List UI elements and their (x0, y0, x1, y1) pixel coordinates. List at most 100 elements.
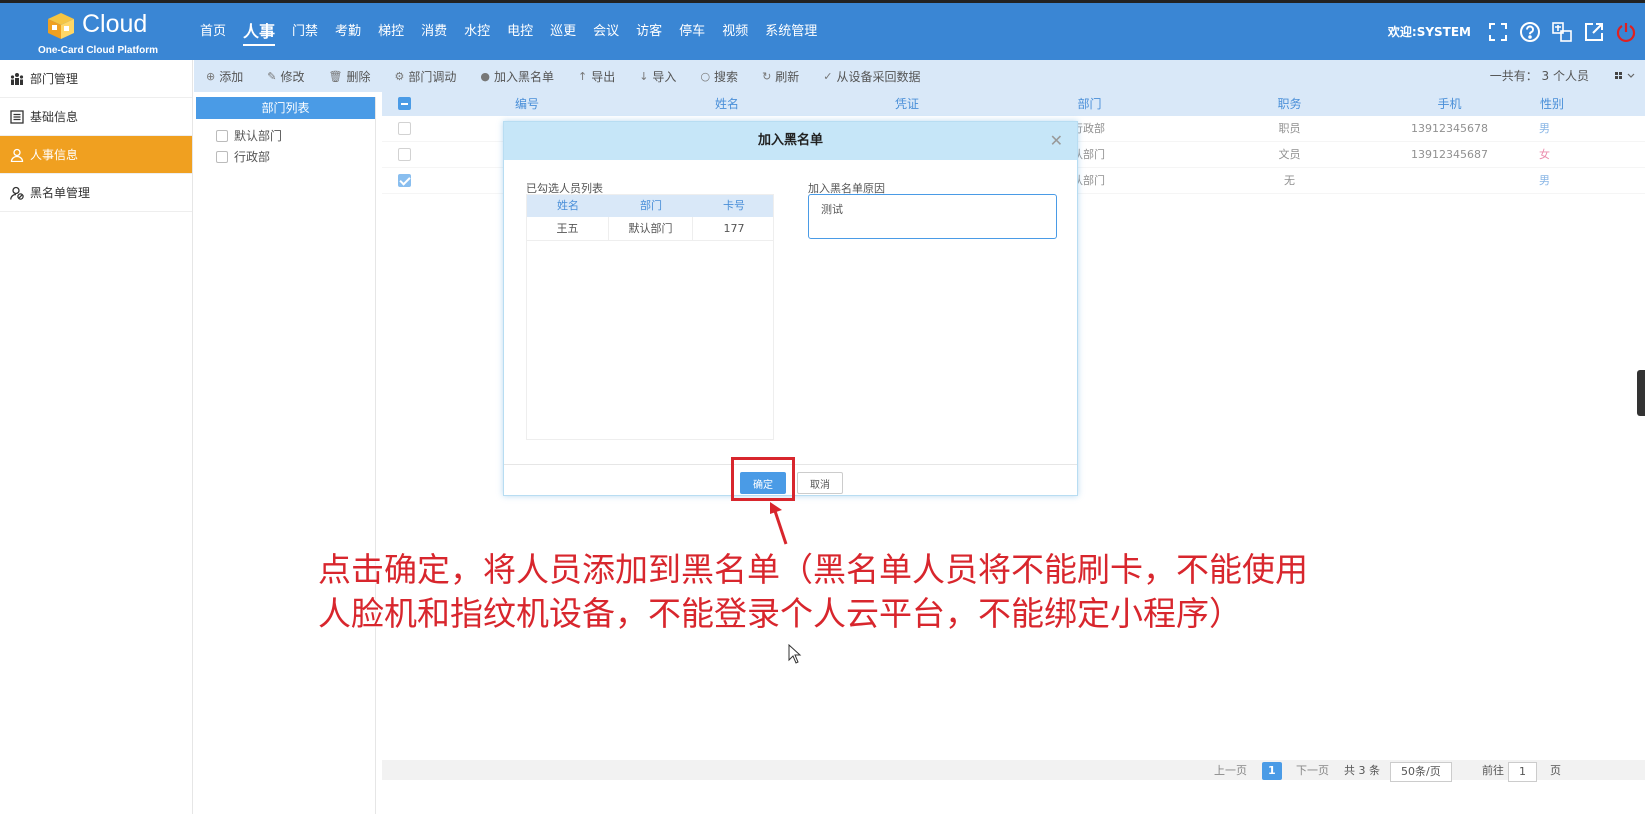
blacklist-dialog: 加入黑名单 ✕ 已勾选人员列表 姓名 部门 卡号 王五 默认部门 177 加入黑… (503, 121, 1078, 496)
export-icon: ↑ (577, 69, 588, 83)
reason-input[interactable]: 测试 (808, 194, 1057, 239)
department-item-default[interactable]: 默认部门 (196, 125, 375, 146)
search-label: 搜索 (714, 69, 739, 84)
table-header: 编号 姓名 凭证 部门 职务 手机 性别 (382, 92, 1645, 116)
selected-row: 王五 默认部门 177 (527, 217, 773, 241)
selected-table-header: 姓名 部门 卡号 (527, 195, 773, 217)
logo[interactable]: Cloud One-Card Cloud Platform (38, 8, 166, 58)
department-list-panel: 部门列表 默认部门 行政部 (196, 97, 376, 814)
fullscreen-icon[interactable] (1485, 19, 1511, 45)
nav-home[interactable]: 首页 (200, 3, 226, 60)
col-name: 姓名 (557, 199, 579, 212)
nav-consumption[interactable]: 消费 (421, 3, 447, 60)
col-credential: 凭证 (894, 97, 919, 111)
edit-icon: ✎ (267, 69, 277, 83)
power-icon[interactable] (1613, 19, 1639, 45)
trash-icon: 🗑 (328, 69, 343, 83)
col-gender: 性别 (1539, 97, 1564, 111)
sidebar-item-department[interactable]: 部门管理 (0, 60, 192, 98)
export-label: 导出 (591, 69, 616, 84)
sidebar-item-label: 基础信息 (30, 110, 79, 124)
department-label: 行政部 (234, 150, 271, 164)
department-item-admin[interactable]: 行政部 (196, 146, 375, 167)
delete-button[interactable]: 🗑 删除 (328, 68, 370, 85)
grid-view-icon[interactable] (1613, 69, 1637, 83)
sidebar-item-basic-info[interactable]: 基础信息 (0, 98, 192, 136)
add-blacklist-label: 加入黑名单 (493, 69, 554, 84)
edit-label: 修改 (280, 69, 305, 84)
refresh-label: 刷新 (775, 69, 800, 84)
nav-power[interactable]: 电控 (507, 3, 533, 60)
nav-parking[interactable]: 停车 (679, 3, 705, 60)
check-icon: ✓ (823, 69, 833, 83)
select-all-checkbox[interactable] (398, 97, 411, 110)
user-block-icon (10, 186, 24, 200)
nav-water[interactable]: 水控 (464, 3, 490, 60)
sidebar-item-label: 部门管理 (30, 72, 79, 86)
search-icon: ○ (700, 69, 711, 83)
department-checkbox[interactable] (216, 129, 228, 142)
user-icon (10, 148, 24, 162)
cell-card: 177 (723, 222, 745, 235)
next-page-button[interactable]: 下一页 (1296, 762, 1329, 780)
transfer-dept-button[interactable]: ⚙ 部门调动 (394, 68, 456, 85)
page-1-button[interactable]: 1 (1262, 762, 1282, 780)
edit-button[interactable]: ✎ 修改 (267, 68, 304, 85)
nav-personnel[interactable]: 人事 (243, 3, 276, 60)
header-actions: 欢迎:SYSTEM (1388, 3, 1645, 60)
list-icon (10, 109, 24, 124)
sidebar-item-personnel-info[interactable]: 人事信息 (0, 136, 192, 174)
nav-video[interactable]: 视频 (722, 3, 748, 60)
fetch-from-device-button[interactable]: ✓ 从设备采回数据 (823, 68, 920, 85)
sidebar-item-label: 黑名单管理 (30, 186, 91, 200)
top-header: Cloud One-Card Cloud Platform 首页 人事 门禁 考… (0, 0, 1645, 60)
welcome-text: 欢迎:SYSTEM (1387, 25, 1471, 39)
side-handle[interactable] (1637, 370, 1645, 416)
goto-page-input[interactable]: 1 (1508, 762, 1537, 782)
col-phone: 手机 (1437, 97, 1462, 111)
nav-meeting[interactable]: 会议 (593, 3, 619, 60)
nav-elevator[interactable]: 梯控 (378, 3, 404, 60)
page-size-select[interactable]: 50条/页 (1390, 762, 1452, 782)
selected-people-table: 姓名 部门 卡号 王五 默认部门 177 (526, 194, 774, 440)
total-records: 共 3 条 (1344, 764, 1380, 777)
caption-line-1: 点击确定，将人员添加到黑名单（黑名单人员将不能刷卡，不能使用 (318, 550, 1308, 589)
caption-line-2: 人脸机和指纹机设备，不能登录个人云平台，不能绑定小程序） (318, 594, 1242, 633)
add-button[interactable]: ⊕ 添加 (206, 68, 243, 85)
cancel-button[interactable]: 取消 (797, 472, 843, 494)
help-icon[interactable] (1517, 19, 1543, 45)
import-button[interactable]: ↓ 导入 (639, 68, 676, 85)
nav-visitor[interactable]: 访客 (636, 3, 662, 60)
add-blacklist-button[interactable]: ● 加入黑名单 (480, 68, 554, 85)
page-unit-label: 页 (1550, 764, 1561, 777)
prev-page-button[interactable]: 上一页 (1214, 762, 1247, 780)
import-icon: ↓ (639, 69, 649, 83)
main-nav: 首页 人事 门禁 考勤 梯控 消费 水控 电控 巡更 会议 访客 停车 视频 系… (200, 3, 834, 60)
gear-icon: ⚙ (394, 69, 405, 83)
cell-department: 默认部门 (609, 217, 693, 241)
sidebar: 部门管理 基础信息 人事信息 黑名单管理 (0, 60, 193, 814)
export-button[interactable]: ↑ 导出 (578, 68, 615, 85)
goto-label: 前往 (1482, 764, 1504, 777)
nav-system[interactable]: 系统管理 (765, 3, 817, 60)
department-list-title: 部门列表 (196, 97, 375, 119)
logo-subtitle: One-Card Cloud Platform (38, 45, 159, 56)
nav-access[interactable]: 门禁 (292, 3, 318, 60)
translate-icon[interactable] (1549, 19, 1575, 45)
refresh-button[interactable]: ↻ 刷新 (762, 68, 799, 85)
department-label: 默认部门 (234, 129, 283, 143)
cube-logo-icon (48, 13, 74, 39)
nav-patrol[interactable]: 巡更 (550, 3, 576, 60)
mouse-cursor-icon (788, 644, 802, 664)
department-checkbox[interactable] (216, 150, 228, 163)
add-icon: ⊕ (206, 69, 216, 83)
external-link-icon[interactable] (1581, 19, 1607, 45)
dialog-header: 加入黑名单 ✕ (504, 122, 1077, 160)
sidebar-item-blacklist[interactable]: 黑名单管理 (0, 174, 192, 212)
add-label: 添加 (219, 69, 244, 84)
search-button[interactable]: ○ 搜索 (700, 68, 738, 85)
import-label: 导入 (652, 69, 677, 84)
close-icon[interactable]: ✕ (1050, 122, 1063, 160)
nav-attendance[interactable]: 考勤 (335, 3, 361, 60)
org-icon (10, 72, 24, 86)
